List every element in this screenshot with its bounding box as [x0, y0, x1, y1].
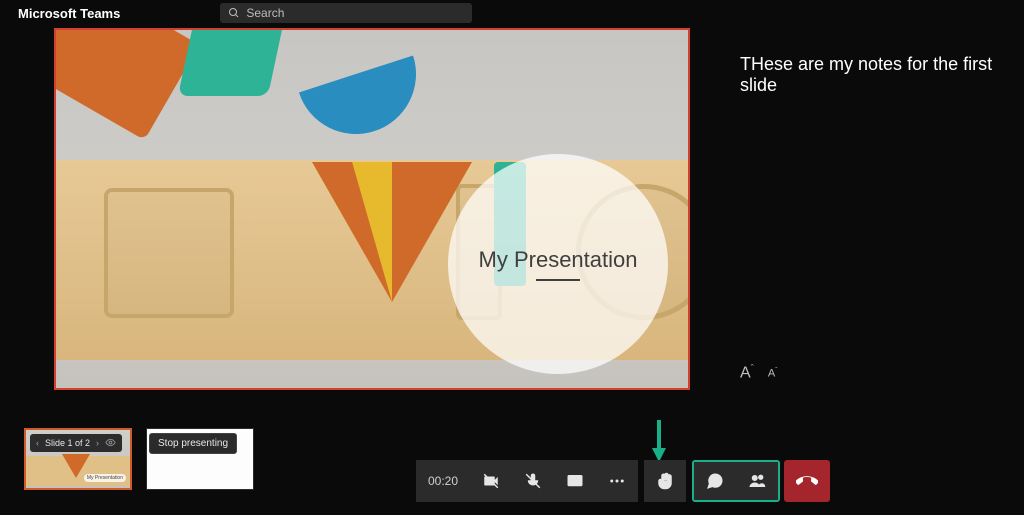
presenter-notes-text: THese are my notes for the first slide: [740, 54, 1014, 96]
camera-toggle-button[interactable]: [470, 472, 512, 490]
more-actions-button[interactable]: [596, 472, 638, 490]
decrease-font-button[interactable]: Aˇ: [768, 367, 778, 380]
prev-slide-icon[interactable]: ‹: [36, 438, 39, 448]
title-bar: Microsoft Teams Search: [0, 0, 1024, 26]
view-icon[interactable]: [105, 437, 116, 450]
mic-toggle-button[interactable]: [512, 472, 554, 490]
slide-thumbnail-strip: My Presentation ‹ Slide 1 of 2 › 1 Stop …: [24, 428, 254, 490]
decor-triangle: [312, 162, 472, 302]
slide-thumbnail-1[interactable]: My Presentation ‹ Slide 1 of 2 › 1: [24, 428, 132, 490]
presenter-notes-panel: THese are my notes for the first slide A…: [690, 28, 1024, 390]
share-screen-button[interactable]: [554, 472, 596, 490]
chat-button[interactable]: [694, 472, 736, 490]
slide-indicator[interactable]: ‹ Slide 1 of 2 ›: [30, 434, 122, 452]
search-input[interactable]: Search: [220, 3, 472, 23]
slide-indicator-label: Slide 1 of 2: [45, 438, 90, 448]
app-title: Microsoft Teams: [18, 6, 120, 21]
highlighted-controls: [692, 460, 780, 502]
raise-hand-button[interactable]: [644, 472, 686, 490]
increase-font-button[interactable]: Aˆ: [740, 363, 754, 382]
decor-block-teal: [178, 28, 284, 96]
next-slide-icon[interactable]: ›: [96, 438, 99, 448]
participants-button[interactable]: [736, 472, 778, 490]
call-duration: 00:20: [416, 474, 470, 488]
search-placeholder: Search: [246, 6, 284, 20]
slide-thumbnail-2[interactable]: Stop presenting 2: [146, 428, 254, 490]
hang-up-button[interactable]: [784, 460, 830, 502]
call-control-bar: 00:20: [416, 460, 830, 502]
presented-slide: My Presentation: [54, 28, 690, 390]
slide-title: My Presentation: [479, 247, 638, 273]
stop-presenting-button[interactable]: Stop presenting: [149, 433, 237, 454]
search-icon: [228, 7, 240, 19]
slide-title-badge: My Presentation: [448, 154, 668, 374]
